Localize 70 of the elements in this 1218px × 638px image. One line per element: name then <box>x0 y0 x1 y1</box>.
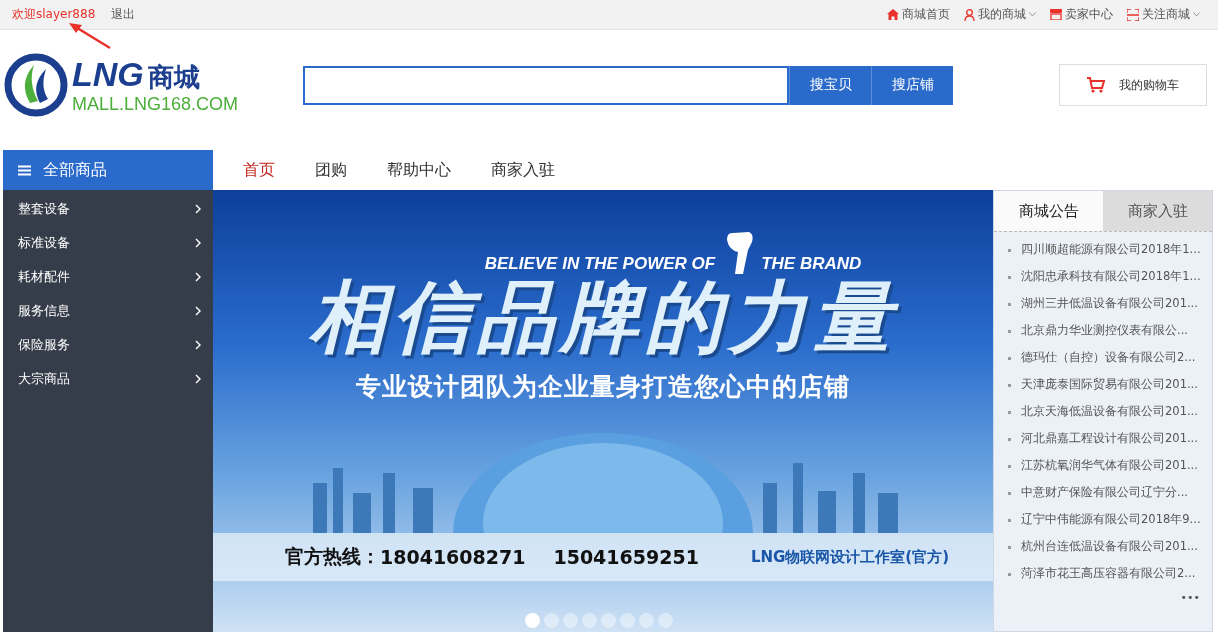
notice-link[interactable]: 辽宁中伟能源有限公司2018年9... <box>1008 506 1212 533</box>
notice-link[interactable]: 杭州台连低温设备有限公司201... <box>1008 533 1212 560</box>
carousel-dot[interactable] <box>639 613 654 628</box>
chevron-right-icon <box>195 374 201 384</box>
welcome-link[interactable]: 欢迎slayer888 <box>12 6 96 23</box>
carousel-dot[interactable] <box>563 613 578 628</box>
phone-number: 15041659251 <box>553 546 699 568</box>
menu-icon <box>18 164 31 176</box>
category-header[interactable]: 全部商品 <box>3 150 213 190</box>
category-item[interactable]: 服务信息 <box>3 294 213 328</box>
chevron-right-icon <box>195 306 201 316</box>
qr-code-icon <box>1127 8 1139 21</box>
notice-link[interactable]: 德玛仕（自控）设备有限公司2... <box>1008 344 1212 371</box>
carousel-dot[interactable] <box>544 613 559 628</box>
home-icon <box>887 9 899 20</box>
top-link[interactable]: 关注商城 <box>1127 6 1200 23</box>
chevron-right-icon <box>195 238 201 248</box>
carousel-dot[interactable] <box>525 613 540 628</box>
hotline-label: 官方热线： <box>285 544 380 569</box>
category-item[interactable]: 整套设备 <box>3 192 213 226</box>
carousel-dot[interactable] <box>601 613 616 628</box>
top-link[interactable]: 卖家中心 <box>1050 6 1113 23</box>
chevron-right-icon <box>195 204 201 214</box>
notice-link[interactable]: 中意财产保险有限公司辽宁分... <box>1008 479 1212 506</box>
top-link[interactable]: 商城首页 <box>887 6 950 23</box>
notice-link[interactable]: 北京鼎力华业测控仪表有限公... <box>1008 317 1212 344</box>
top-link[interactable]: 我的商城 <box>964 6 1036 23</box>
notice-tab[interactable]: 商城公告 <box>994 191 1103 231</box>
carousel-dot[interactable] <box>620 613 635 628</box>
arrow-annotation-icon <box>68 22 112 50</box>
notice-link[interactable]: 天津庞泰国际贸易有限公司201... <box>1008 371 1212 398</box>
logo-name: 商城 <box>147 61 200 94</box>
banner-subtitle: 专业设计团队为企业量身打造您心中的店铺 <box>356 371 850 403</box>
nav-link[interactable]: 首页 <box>243 159 275 181</box>
chevron-right-icon <box>195 340 201 350</box>
logo-url: MALL.LNG168.COM <box>72 95 239 113</box>
more-link[interactable]: ••• <box>1180 591 1200 604</box>
category-item[interactable]: 标准设备 <box>3 226 213 260</box>
nav-link[interactable]: 帮助中心 <box>387 159 451 181</box>
notice-link[interactable]: 湖州三井低温设备有限公司201... <box>1008 290 1212 317</box>
search-button[interactable]: 搜店铺 <box>871 65 953 105</box>
cart-button[interactable]: 我的购物车 <box>1059 64 1207 106</box>
notice-link[interactable]: 四川顺超能源有限公司2018年1... <box>1008 236 1212 263</box>
category-item[interactable]: 耗材配件 <box>3 260 213 294</box>
nav-link[interactable]: 团购 <box>315 159 347 181</box>
studio-name: LNG物联网设计工作室(官方) <box>750 547 949 567</box>
search-field[interactable] <box>303 65 789 105</box>
notice-link[interactable]: 菏泽市花王高压容器有限公司2... <box>1008 560 1212 587</box>
category-item[interactable]: 大宗商品 <box>3 362 213 396</box>
carousel-dot[interactable] <box>582 613 597 628</box>
logout-link[interactable]: 退出 <box>111 6 136 23</box>
notice-link[interactable]: 北京天海低温设备有限公司201... <box>1008 398 1212 425</box>
user-icon <box>964 8 975 21</box>
logo-brand: LNG <box>72 57 144 91</box>
notice-link[interactable]: 沈阳忠承科技有限公司2018年1... <box>1008 263 1212 290</box>
banner-tagline: BELIEVE IN THE POWER OF <box>484 254 716 274</box>
nav-link[interactable]: 商家入驻 <box>491 159 555 181</box>
notice-tab[interactable]: 商家入驻 <box>1103 191 1212 231</box>
chevron-right-icon <box>195 272 201 282</box>
notice-link[interactable]: 江苏杭氧润华气体有限公司201... <box>1008 452 1212 479</box>
carousel-dot[interactable] <box>658 613 673 628</box>
banner-headline: 相信品牌的力量 <box>309 274 897 360</box>
category-item[interactable]: 保险服务 <box>3 328 213 362</box>
logo-icon <box>4 53 68 117</box>
cart-icon <box>1087 77 1105 93</box>
banner-tagline: THE BRAND <box>761 254 862 274</box>
phone-number: 18041608271 <box>380 546 526 568</box>
shop-icon <box>1050 9 1062 20</box>
notice-link[interactable]: 河北鼎嘉工程设计有限公司201... <box>1008 425 1212 452</box>
search-button[interactable]: 搜宝贝 <box>789 65 871 105</box>
